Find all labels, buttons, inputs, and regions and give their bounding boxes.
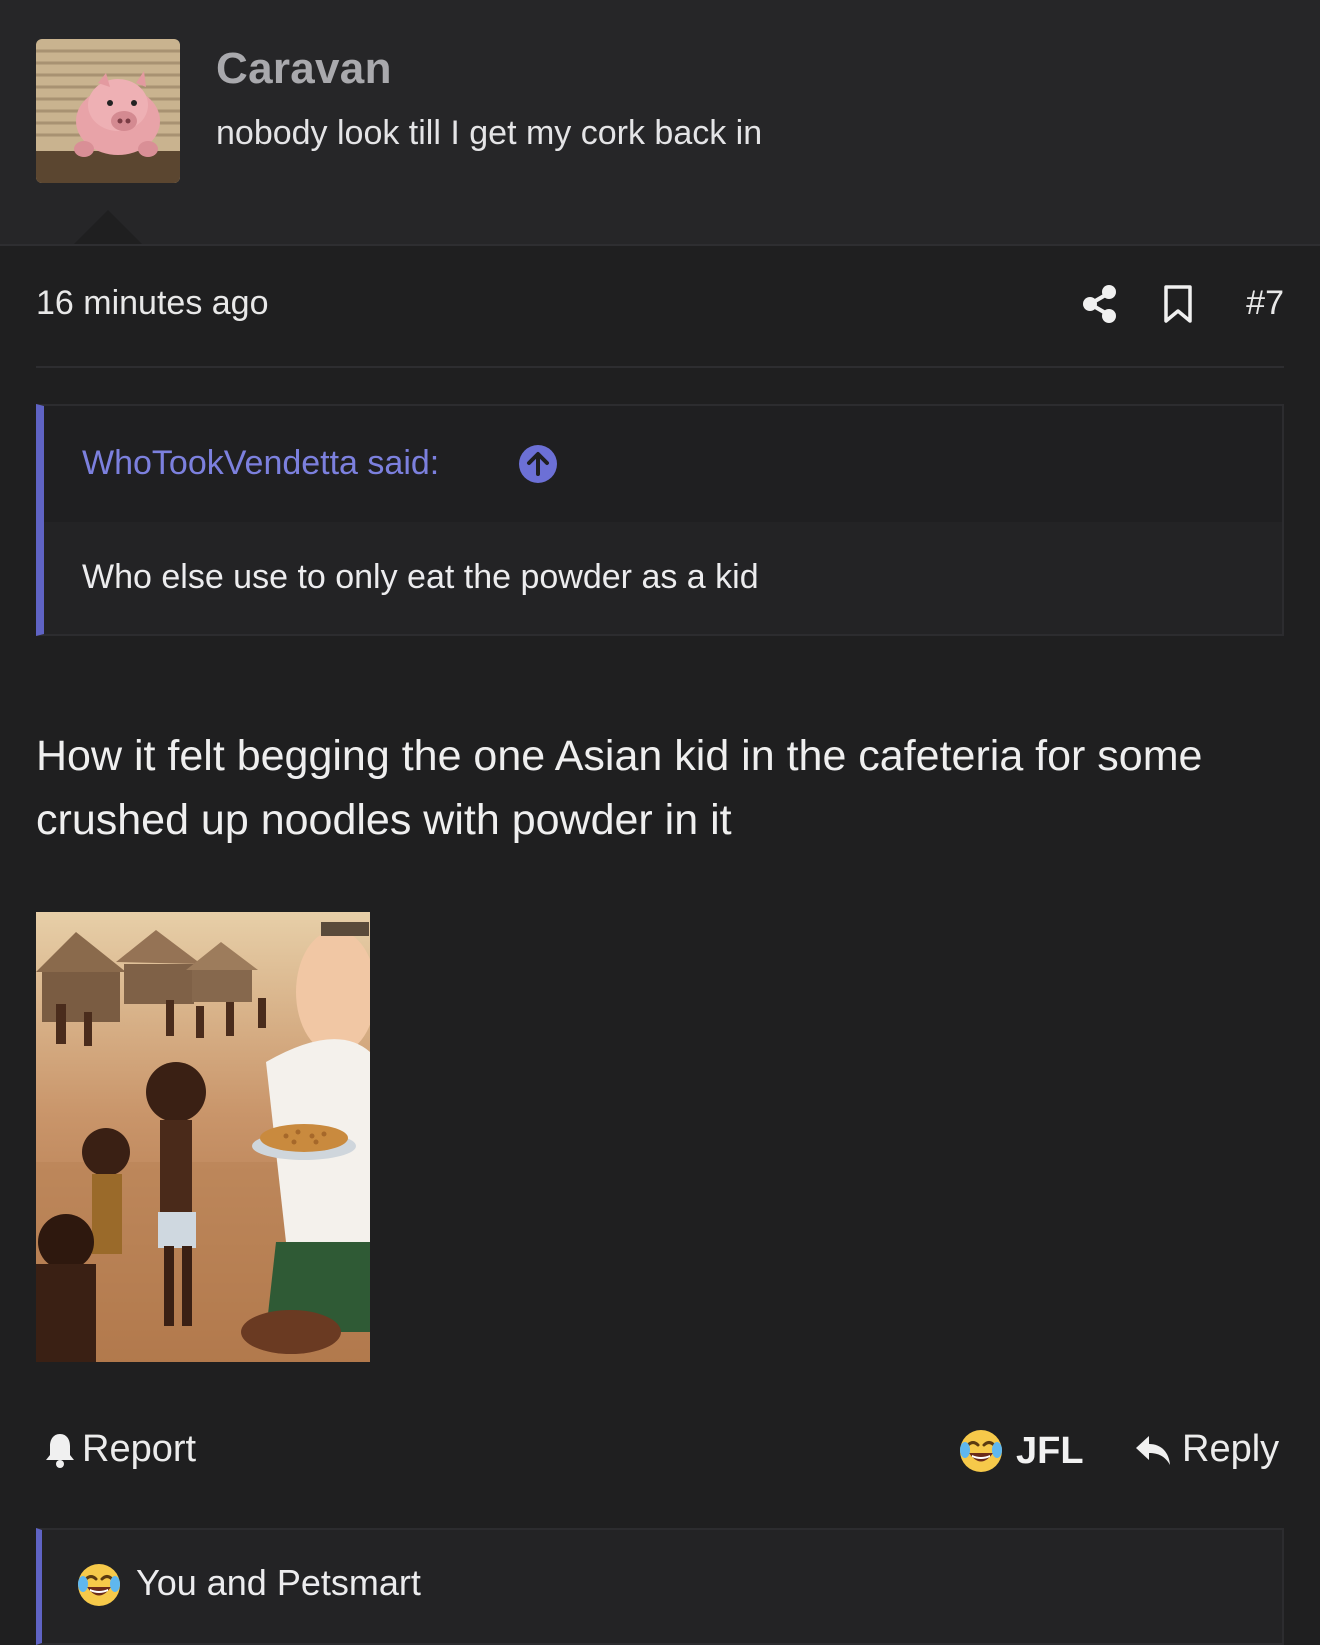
report-button[interactable]: Report bbox=[44, 1428, 196, 1471]
crying-laughing-emoji-icon bbox=[960, 1430, 1002, 1472]
quote-jump-button[interactable] bbox=[518, 444, 558, 484]
reply-label: Reply bbox=[1182, 1428, 1280, 1470]
reaction-button[interactable]: JFL bbox=[958, 1428, 1084, 1474]
header-pointer bbox=[74, 210, 142, 244]
post-number-link[interactable]: #7 bbox=[1246, 284, 1284, 323]
post-body-text: How it felt begging the one Asian kid in… bbox=[36, 732, 1203, 844]
quote-text: Who else use to only eat the powder as a… bbox=[82, 558, 759, 596]
username[interactable]: Caravan bbox=[216, 44, 392, 94]
post-image-attachment[interactable] bbox=[36, 912, 370, 1362]
user-header: Caravan nobody look till I get my cork b… bbox=[0, 0, 1320, 246]
bookmark-icon bbox=[1164, 285, 1192, 323]
pig-avatar-icon bbox=[36, 39, 180, 183]
user-title: nobody look till I get my cork back in bbox=[216, 114, 763, 152]
quote-block: WhoTookVendetta said: Who else use to on… bbox=[36, 404, 1284, 636]
arrow-up-circle-icon bbox=[519, 445, 557, 483]
cartoon-food-bowl-image bbox=[36, 912, 370, 1362]
bookmark-button[interactable] bbox=[1162, 284, 1194, 324]
share-icon bbox=[1083, 285, 1116, 323]
post-timestamp[interactable]: 16 minutes ago bbox=[36, 284, 269, 323]
report-label: Report bbox=[82, 1428, 197, 1470]
bell-icon bbox=[46, 1433, 74, 1468]
reaction-label: JFL bbox=[1016, 1429, 1084, 1472]
reply-arrow-icon bbox=[1136, 1435, 1170, 1465]
reply-button[interactable]: Reply bbox=[1134, 1428, 1279, 1471]
share-button[interactable] bbox=[1080, 284, 1120, 324]
crying-laughing-emoji-icon bbox=[78, 1564, 120, 1606]
user-avatar[interactable] bbox=[36, 39, 180, 183]
quote-header: WhoTookVendetta said: bbox=[44, 406, 1282, 522]
reactions-summary-text: You and Petsmart bbox=[136, 1562, 421, 1603]
quote-author-link[interactable]: WhoTookVendetta said: bbox=[82, 444, 439, 483]
post-meta: 16 minutes ago #7 bbox=[36, 270, 1284, 368]
reactions-summary-bar[interactable]: You and Petsmart bbox=[36, 1528, 1284, 1645]
